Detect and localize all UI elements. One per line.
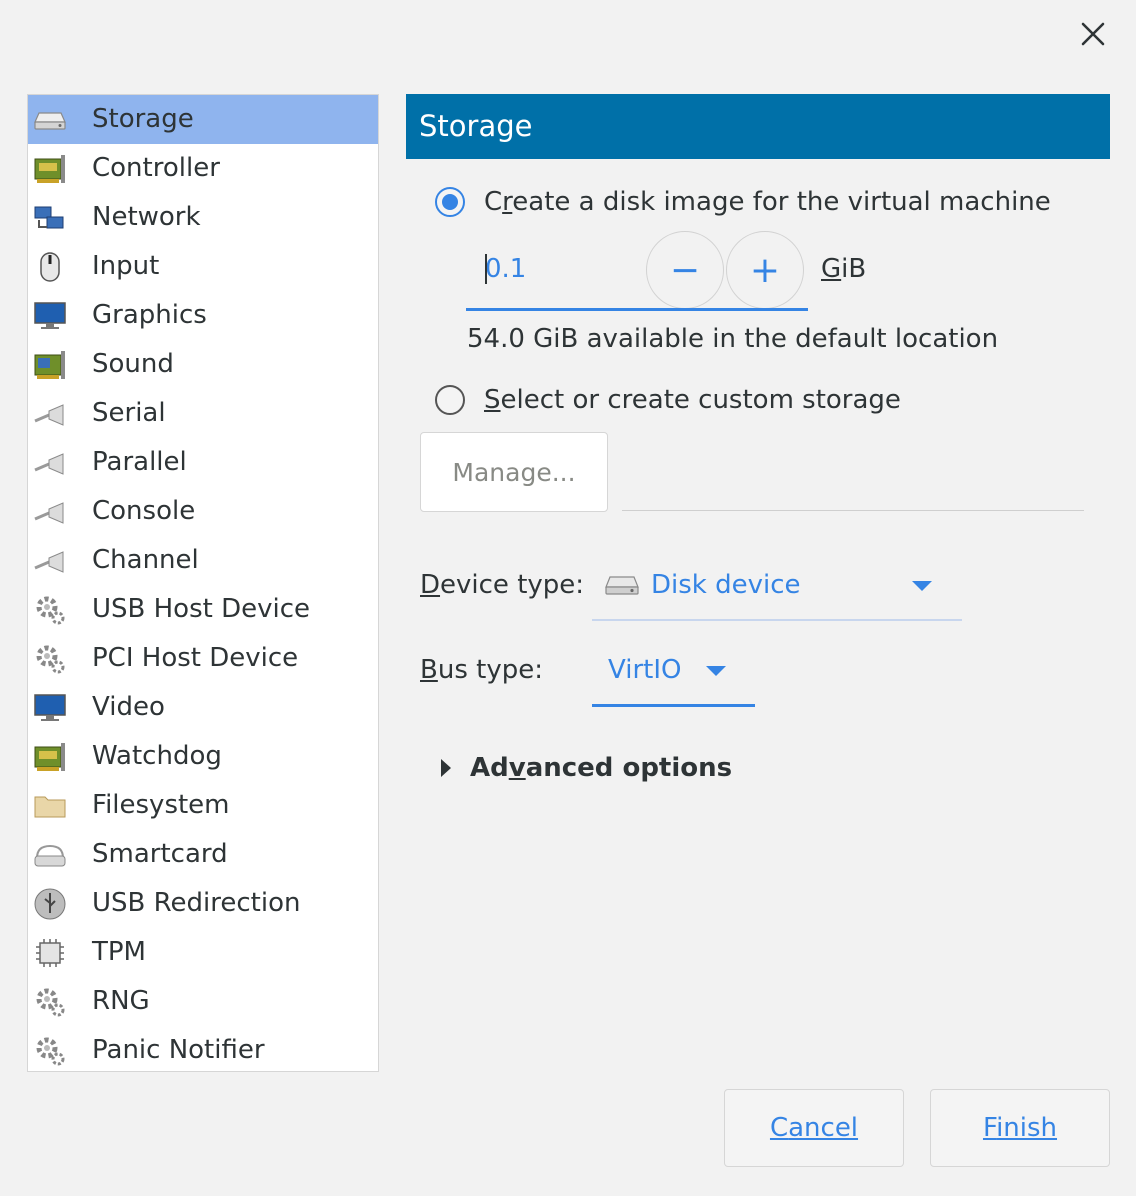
minus-icon: −: [669, 249, 701, 291]
gear-icon: [32, 1034, 68, 1068]
sidebar-item-input[interactable]: Input: [28, 242, 378, 291]
custom-storage-radio[interactable]: [435, 385, 465, 415]
chevron-down-icon: [912, 581, 932, 591]
sidebar-item-label: Serial: [92, 398, 166, 428]
chevron-right-icon: [441, 759, 451, 777]
sidebar-item-channel[interactable]: Channel: [28, 536, 378, 585]
sidebar-item-label: Channel: [92, 545, 199, 575]
sidebar-item-serial[interactable]: Serial: [28, 389, 378, 438]
sidebar-item-console[interactable]: Console: [28, 487, 378, 536]
chip-icon: [32, 936, 68, 970]
sidebar-item-watchdog[interactable]: Watchdog: [28, 732, 378, 781]
sidebar-item-label: Graphics: [92, 300, 207, 330]
finish-label: Finish: [982, 1113, 1058, 1143]
close-icon: [1081, 22, 1105, 46]
sidebar-item-label: TPM: [92, 937, 146, 967]
custom-storage-label[interactable]: Select or create custom storage: [484, 385, 901, 415]
device-list-sidebar: Storage Controller Network Input Graphics Sou…: [27, 94, 379, 1072]
sidebar-item-controller[interactable]: Controller: [28, 144, 378, 193]
increment-size-button[interactable]: +: [726, 231, 804, 309]
sidebar-item-video[interactable]: Video: [28, 683, 378, 732]
decrement-size-button[interactable]: −: [646, 231, 724, 309]
create-disk-radio[interactable]: [435, 187, 465, 217]
disk-icon: [32, 103, 68, 137]
smartcard-icon: [32, 838, 68, 872]
manage-button[interactable]: Manage...: [420, 432, 608, 512]
sidebar-item-network[interactable]: Network: [28, 193, 378, 242]
bus-type-underline: [592, 704, 755, 707]
size-unit-label: GiB: [821, 254, 867, 284]
text-caret: [485, 254, 487, 284]
page-title: Storage: [406, 94, 1110, 159]
mouse-icon: [32, 250, 68, 284]
available-space-text: 54.0 GiB available in the default locati…: [467, 324, 999, 354]
sidebar-item-label: Controller: [92, 153, 220, 183]
disk-size-input[interactable]: 0.1: [466, 232, 646, 302]
sidebar-item-label: Storage: [92, 104, 194, 134]
cancel-button[interactable]: Cancel: [724, 1089, 904, 1167]
sidebar-item-label: PCI Host Device: [92, 643, 299, 673]
bus-type-value: VirtIO: [608, 655, 682, 685]
sidebar-item-tpm[interactable]: TPM: [28, 928, 378, 977]
sidebar-item-label: Input: [92, 251, 160, 281]
bus-type-dropdown[interactable]: VirtIO: [592, 640, 755, 710]
sidebar-item-label: Filesystem: [92, 790, 230, 820]
create-disk-label[interactable]: Create a disk image for the virtual mach…: [484, 187, 1051, 217]
finish-button[interactable]: Finish: [930, 1089, 1110, 1167]
sidebar-item-pci-host-device[interactable]: PCI Host Device: [28, 634, 378, 683]
sidebar-item-graphics[interactable]: Graphics: [28, 291, 378, 340]
channel-cable-icon: [32, 544, 68, 578]
sidebar-item-usb-redirection[interactable]: USB Redirection: [28, 879, 378, 928]
serial-cable-icon: [32, 397, 68, 431]
sidebar-item-parallel[interactable]: Parallel: [28, 438, 378, 487]
sidebar-item-label: USB Host Device: [92, 594, 311, 624]
close-button[interactable]: [1068, 10, 1118, 58]
parallel-cable-icon: [32, 446, 68, 480]
sidebar-item-label: Console: [92, 496, 196, 526]
sidebar-item-label: USB Redirection: [92, 888, 301, 918]
usb-icon: [32, 887, 68, 921]
advanced-options-label: Advanced options: [470, 753, 733, 783]
device-type-underline: [592, 619, 962, 621]
sidebar-item-label: RNG: [92, 986, 150, 1016]
sidebar-item-sound[interactable]: Sound: [28, 340, 378, 389]
sound-card-icon: [32, 348, 68, 382]
size-field-underline: [466, 308, 808, 311]
sidebar-item-label: Smartcard: [92, 839, 228, 869]
controller-card-icon: [32, 740, 68, 774]
sidebar-item-storage[interactable]: Storage: [28, 95, 378, 144]
gear-icon: [32, 985, 68, 1019]
monitor-icon: [32, 299, 68, 333]
custom-storage-path-field[interactable]: [622, 510, 1084, 511]
monitor-icon: [32, 691, 68, 725]
sidebar-item-label: Sound: [92, 349, 174, 379]
gear-icon: [32, 593, 68, 627]
console-cable-icon: [32, 495, 68, 529]
disk-icon: [605, 576, 639, 595]
sidebar-item-label: Network: [92, 202, 201, 232]
network-icon: [32, 201, 68, 235]
sidebar-item-label: Watchdog: [92, 741, 222, 771]
sidebar-item-label: Parallel: [92, 447, 187, 477]
sidebar-item-label: Video: [92, 692, 165, 722]
advanced-options-expander[interactable]: Advanced options: [430, 748, 733, 790]
sidebar-item-usb-host-device[interactable]: USB Host Device: [28, 585, 378, 634]
device-type-value: Disk device: [651, 570, 801, 600]
gear-icon: [32, 642, 68, 676]
chevron-down-icon: [706, 666, 726, 676]
device-type-label: Device type:: [420, 570, 585, 600]
sidebar-item-rng[interactable]: RNG: [28, 977, 378, 1026]
bus-type-label: Bus type:: [420, 655, 543, 685]
plus-icon: +: [749, 249, 781, 291]
folder-icon: [32, 789, 68, 823]
device-type-dropdown[interactable]: Disk device: [592, 555, 962, 621]
sidebar-item-smartcard[interactable]: Smartcard: [28, 830, 378, 879]
sidebar-item-panic-notifier[interactable]: Panic Notifier: [28, 1026, 378, 1075]
cancel-label: Cancel: [769, 1113, 859, 1143]
sidebar-item-filesystem[interactable]: Filesystem: [28, 781, 378, 830]
sidebar-item-label: Panic Notifier: [92, 1035, 265, 1065]
controller-card-icon: [32, 152, 68, 186]
